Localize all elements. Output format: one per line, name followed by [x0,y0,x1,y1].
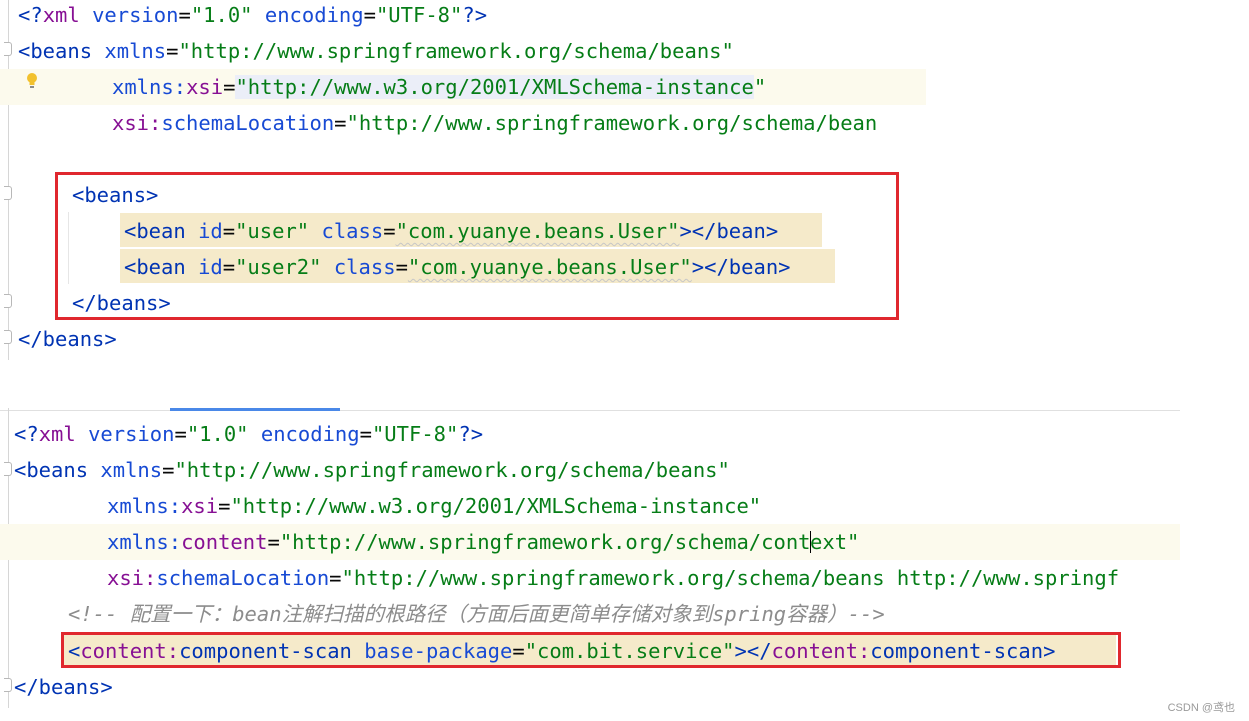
quote: " [753,75,767,99]
xsi-url: http://www.w3.org/2001/XMLSchema-instanc… [247,75,754,99]
attr-xmlns: xmlns [100,458,163,482]
attr-content: content [181,530,268,554]
equals: = [178,3,191,27]
equals: = [267,530,280,554]
value-content-b: ext" [810,530,860,554]
tag-beans-close: </beans> [14,675,113,699]
attr-xmlns-prefix: xmlns: [107,530,182,554]
watermark: CSDN @鸢也 [1167,702,1235,714]
attr-schemaLocation: schemaLocation [156,566,330,590]
xml-pi-open: <? [14,422,39,446]
value-xsi: "http://www.w3.org/2001/XMLSchema-instan… [230,494,762,518]
attr-version: version [92,3,179,27]
fold-marker-icon[interactable] [4,678,12,692]
equals: = [363,3,376,27]
attr-encoding: encoding [260,422,360,446]
xml-pi-open: <? [18,3,43,27]
value-version: "1.0" [190,3,253,27]
tag-beans-close: </beans> [18,327,117,351]
tag-beans-open: <beans [18,39,93,63]
fold-marker-icon[interactable] [4,462,12,476]
value-encoding: "UTF-8" [375,3,463,27]
attr-xsi-prefix: xsi: [112,111,162,135]
equals: = [218,494,231,518]
attr-version: version [88,422,175,446]
code-line-4: xsi:schemaLocation="http://www.springfra… [112,105,877,141]
fold-marker-icon[interactable] [4,186,12,200]
equals: = [223,75,236,99]
attr-encoding: encoding [264,3,364,27]
code-line-2: <beans xmlns="http://www.springframework… [14,452,730,488]
value-schemaLocation: "http://www.springframework.org/schema/b… [346,111,878,135]
value-beans-ns: "http://www.springframework.org/schema/b… [178,39,734,63]
equals: = [334,111,347,135]
code-comment: <!-- 配置一下：bean注解扫描的根路径（方面后面更简单存储对象到sprin… [68,602,885,626]
value-beans-ns: "http://www.springframework.org/schema/b… [174,458,730,482]
value-xsi: "http://www.w3.org/2001/XMLSchema-instan… [235,75,754,99]
equals: = [166,39,179,63]
value-version: "1.0" [186,422,249,446]
code-line-10: </beans> [18,321,117,357]
code-line-8: </beans> [14,669,113,705]
attr-xsi-prefix: xsi: [107,566,157,590]
equals: = [329,566,342,590]
highlight-box-beans [55,172,899,320]
attr-xmlns-prefix: xmlns: [112,75,187,99]
equals: = [174,422,187,446]
xml-pi-close: ?> [458,422,484,446]
editor-panel-bottom[interactable]: <?xml version="1.0" encoding="UTF-8"?> <… [0,408,1180,708]
editor-panel-top[interactable]: <?xml version="1.0" encoding="UTF-8"?> <… [0,0,930,360]
attr-xsi: xsi [181,494,219,518]
equals: = [359,422,372,446]
code-line-1: <?xml version="1.0" encoding="UTF-8"?> [18,0,487,33]
attr-xsi: xsi [186,75,224,99]
code-line-4: xmlns:content="http://www.springframewor… [107,524,859,560]
fold-marker-icon[interactable] [4,42,12,56]
fold-marker-icon[interactable] [4,294,12,308]
code-line-3: xmlns:xsi="http://www.w3.org/2001/XMLSch… [107,488,761,524]
code-line-3: xmlns:xsi="http://www.w3.org/2001/XMLSch… [112,69,766,105]
quote: " [235,75,248,99]
lightbulb-icon[interactable] [26,72,38,90]
xml-pi-close: ?> [462,3,488,27]
xml-keyword: xml [38,422,76,446]
tag-beans-open: <beans [14,458,89,482]
code-line-2: <beans xmlns="http://www.springframework… [18,33,734,69]
attr-xmlns: xmlns [104,39,167,63]
equals: = [162,458,175,482]
highlight-box-component-scan [61,632,1121,668]
value-schemaLocation: "http://www.springframework.org/schema/b… [341,566,1120,590]
value-encoding: "UTF-8" [371,422,459,446]
xml-keyword: xml [42,3,80,27]
code-line-1: <?xml version="1.0" encoding="UTF-8"?> [14,416,483,452]
fold-marker-icon[interactable] [4,330,12,344]
value-content-a: "http://www.springframework.org/schema/c… [279,530,811,554]
attr-schemaLocation: schemaLocation [161,111,335,135]
attr-xmlns-prefix: xmlns: [107,494,182,518]
code-line-5: xsi:schemaLocation="http://www.springfra… [107,560,1119,596]
